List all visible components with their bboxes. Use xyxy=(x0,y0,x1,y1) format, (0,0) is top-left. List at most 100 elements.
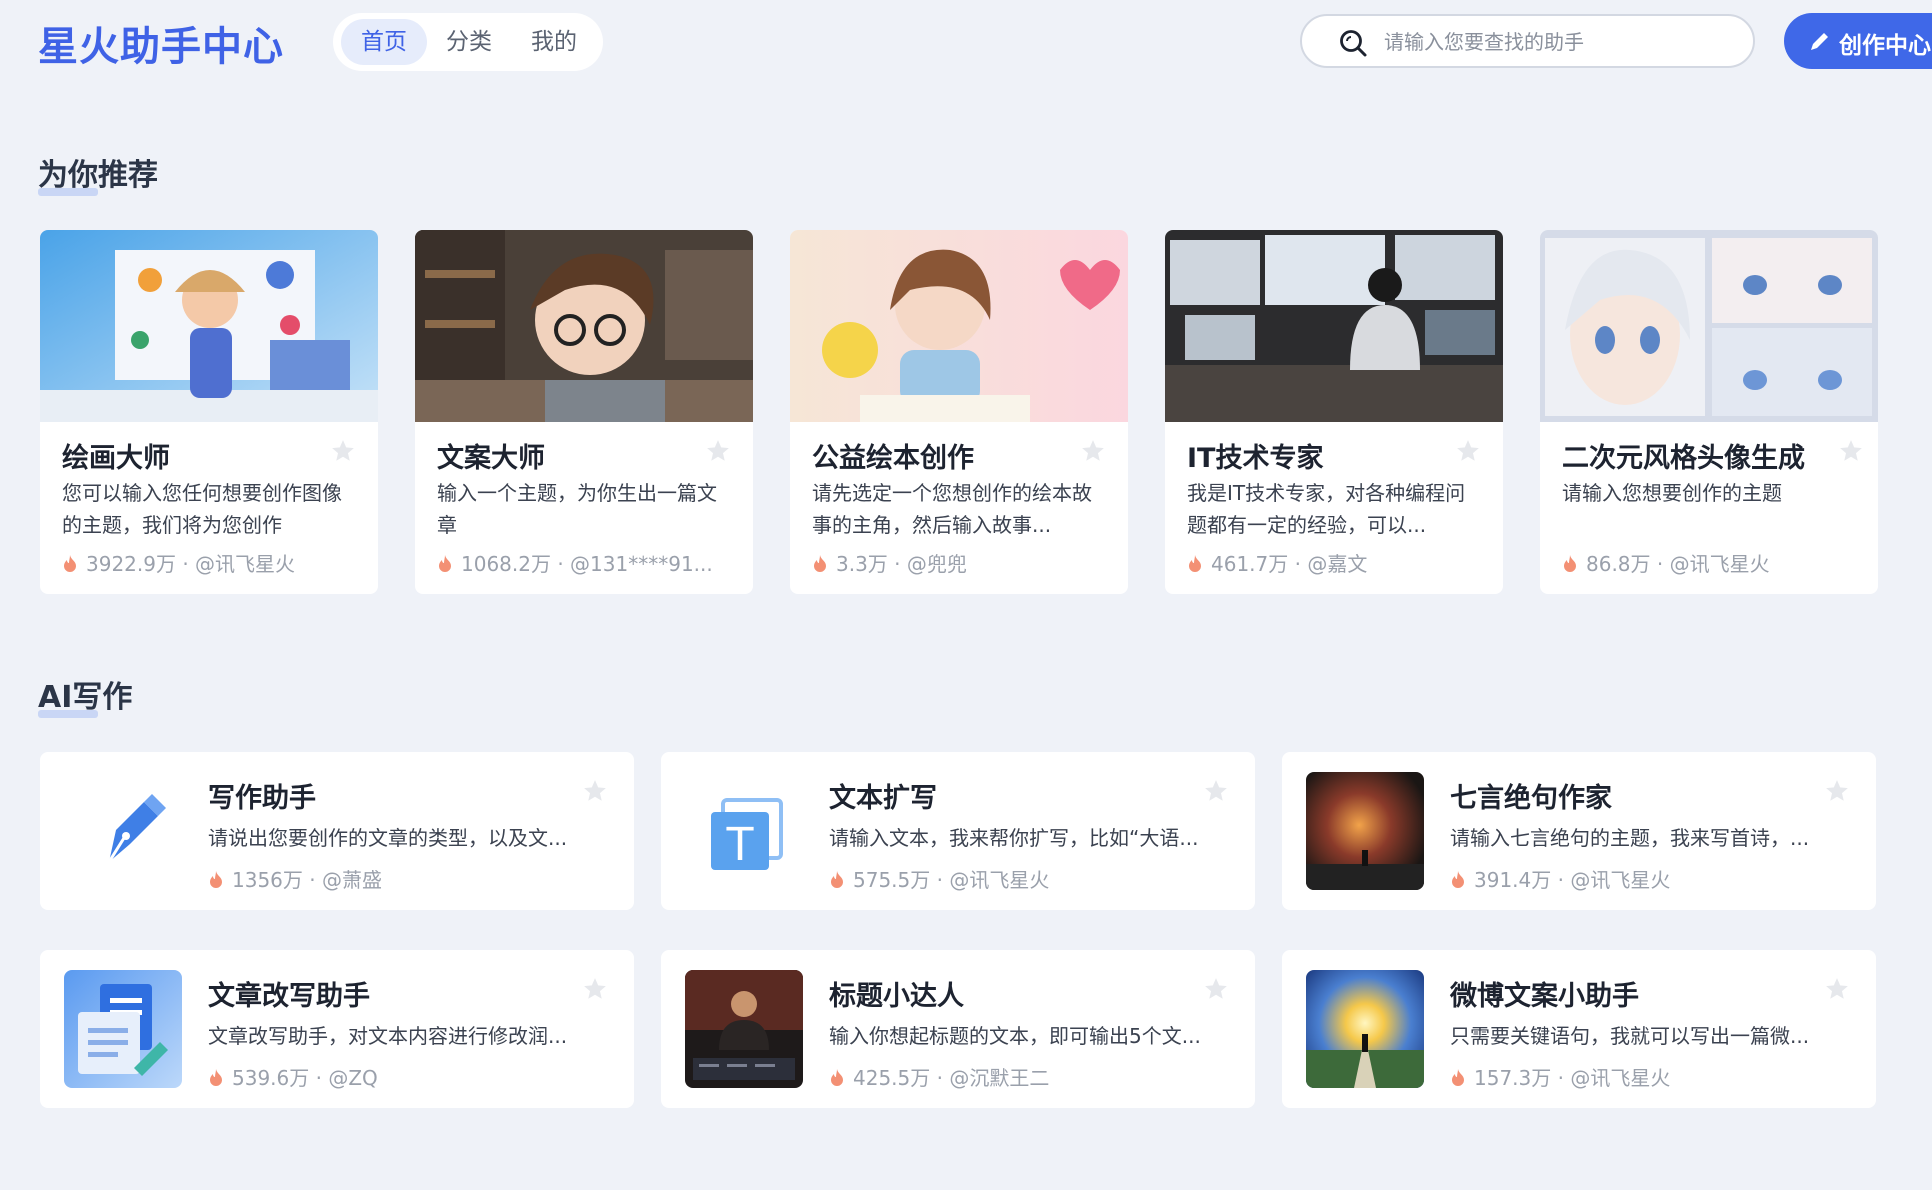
fire-icon xyxy=(1189,555,1201,572)
card-meta: 425.5万 · @沉默王二 xyxy=(829,1062,1049,1091)
assistant-card[interactable]: T 文本扩写 请输入文本，我来帮你扩写，比如“大语... 575.5万 · @讯… xyxy=(661,752,1255,910)
assistant-card[interactable]: 绘画大师 您可以输入您任何想要创作图像的主题，我们将为您创作 3922.9万 ·… xyxy=(40,230,378,594)
favorite-star-icon[interactable] xyxy=(1824,976,1850,1002)
card-stats: 575.5万 · @讯飞星火 xyxy=(853,868,1050,892)
card-stats: 3.3万 · @兜兜 xyxy=(836,552,967,576)
tab-home[interactable]: 首页 xyxy=(341,19,427,65)
card-title: 绘画大师 xyxy=(62,443,170,474)
card-title: 写作助手 xyxy=(208,783,316,814)
card-description: 只需要关键语句，我就可以写出一篇微... xyxy=(1450,1024,1810,1048)
stormy-sky-thumb xyxy=(1306,772,1424,890)
card-title: 文章改写助手 xyxy=(208,981,370,1012)
card-meta: 3922.9万 · @讯飞星火 xyxy=(62,548,295,577)
pen-nib-icon xyxy=(64,772,182,890)
pencil-icon xyxy=(1811,33,1828,50)
assistant-card[interactable]: 写作助手 请说出您要创作的文章的类型，以及文... 1356万 · @萧盛 xyxy=(40,752,634,910)
card-meta: 3.3万 · @兜兜 xyxy=(812,548,967,577)
card-title: IT技术专家 xyxy=(1187,443,1324,474)
card-description: 请说出您要创作的文章的类型，以及文... xyxy=(208,826,568,850)
card-description: 请输入七言绝句的主题，我来写首诗，... xyxy=(1450,826,1810,850)
card-meta: 539.6万 · @ZQ xyxy=(208,1062,378,1091)
card-stats: 1068.2万 · @131****91... xyxy=(461,552,713,576)
create-center-label: 创作中心 xyxy=(1839,33,1931,59)
card-title: 微博文案小助手 xyxy=(1450,981,1639,1012)
favorite-star-icon[interactable] xyxy=(582,778,608,804)
card-meta: 1356万 · @萧盛 xyxy=(208,864,382,893)
nav-tabs: 首页 分类 我的 xyxy=(333,13,603,71)
card-meta: 461.7万 · @嘉文 xyxy=(1187,548,1367,577)
fire-icon xyxy=(831,1069,843,1086)
fire-icon xyxy=(210,871,222,888)
fire-icon xyxy=(1452,871,1464,888)
card-meta: 1068.2万 · @131****91... xyxy=(437,548,713,577)
assistant-card[interactable]: 文案大师 输入一个主题，为你生出一篇文章 1068.2万 · @131****9… xyxy=(415,230,753,594)
favorite-star-icon[interactable] xyxy=(705,438,731,464)
card-meta: 86.8万 · @讯飞星火 xyxy=(1562,548,1770,577)
search-icon xyxy=(1340,30,1367,57)
assistant-card[interactable]: 微博文案小助手 只需要关键语句，我就可以写出一篇微... 157.3万 · @讯… xyxy=(1282,950,1876,1108)
card-stats: 539.6万 · @ZQ xyxy=(232,1066,378,1090)
card-title: 文本扩写 xyxy=(829,783,937,814)
assistant-card[interactable]: 文章改写助手 文章改写助手，对文本内容进行修改润... 539.6万 · @ZQ xyxy=(40,950,634,1108)
app-logo[interactable]: 星火助手中心 xyxy=(38,14,284,72)
assistant-card[interactable]: 二次元风格头像生成 请输入您想要创作的主题 86.8万 · @讯飞星火 xyxy=(1540,230,1878,594)
favorite-star-icon[interactable] xyxy=(1203,778,1229,804)
section-title-recommend: 为你推荐 xyxy=(38,150,158,196)
fire-icon xyxy=(1452,1069,1464,1086)
card-stats: 391.4万 · @讯飞星火 xyxy=(1474,868,1671,892)
card-description: 输入你想起标题的文本，即可输出5个文... xyxy=(829,1024,1201,1048)
favorite-star-icon[interactable] xyxy=(1080,438,1106,464)
card-description: 您可以输入您任何想要创作图像的主题，我们将为您创作 xyxy=(62,481,342,537)
card-stats: 425.5万 · @沉默王二 xyxy=(853,1066,1050,1090)
fire-icon xyxy=(64,555,76,572)
create-center-button[interactable]: 创作中心 xyxy=(1784,13,1932,69)
cover-image-painting-girl xyxy=(40,230,378,422)
card-meta: 575.5万 · @讯飞星火 xyxy=(829,864,1049,893)
favorite-star-icon[interactable] xyxy=(1824,778,1850,804)
card-stats: 461.7万 · @嘉文 xyxy=(1211,552,1368,576)
card-stats: 86.8万 · @讯飞星火 xyxy=(1586,552,1770,576)
cover-image-boy-writing xyxy=(415,230,753,422)
search-input[interactable] xyxy=(1382,25,1736,59)
assistant-card[interactable]: IT技术专家 我是IT技术专家，对各种编程问题都有一定的经验，可以... 461… xyxy=(1165,230,1503,594)
search-box[interactable] xyxy=(1300,14,1755,68)
document-edit-icon xyxy=(64,970,182,1088)
card-title: 七言绝句作家 xyxy=(1450,783,1612,814)
sunrise-path-thumb xyxy=(1306,970,1424,1088)
card-description: 请输入您想要创作的主题 xyxy=(1562,481,1782,505)
fire-icon xyxy=(1564,555,1576,572)
card-description: 请先选定一个您想创作的绘本故事的主角，然后输入故事... xyxy=(812,481,1092,537)
card-meta: 391.4万 · @讯飞星火 xyxy=(1450,864,1670,893)
tab-category[interactable]: 分类 xyxy=(426,19,512,65)
assistant-card[interactable]: 公益绘本创作 请先选定一个您想创作的绘本故事的主角，然后输入故事... 3.3万… xyxy=(790,230,1128,594)
text-t-icon: T xyxy=(685,772,803,890)
fire-icon xyxy=(439,555,451,572)
card-description: 我是IT技术专家，对各种编程问题都有一定的经验，可以... xyxy=(1187,481,1466,537)
card-description: 输入一个主题，为你生出一篇文章 xyxy=(437,481,717,537)
card-description: 请输入文本，我来帮你扩写，比如“大语... xyxy=(829,826,1199,850)
card-stats: 3922.9万 · @讯飞星火 xyxy=(86,552,296,576)
favorite-star-icon[interactable] xyxy=(1838,438,1864,464)
card-stats: 157.3万 · @讯飞星火 xyxy=(1474,1066,1671,1090)
cover-image-it-desk xyxy=(1165,230,1503,422)
speaker-portrait-thumb xyxy=(685,970,803,1088)
card-description: 文章改写助手，对文本内容进行修改润... xyxy=(208,1024,568,1048)
assistant-card[interactable]: 七言绝句作家 请输入七言绝句的主题，我来写首诗，... 391.4万 · @讯飞… xyxy=(1282,752,1876,910)
svg-text:T: T xyxy=(725,818,754,871)
cover-image-anime-faces xyxy=(1540,230,1878,422)
fire-icon xyxy=(831,871,843,888)
card-title: 标题小达人 xyxy=(829,981,964,1012)
section-title-ai-writing: AI写作 xyxy=(38,672,132,718)
card-stats: 1356万 · @萧盛 xyxy=(232,868,382,892)
assistant-card[interactable]: 标题小达人 输入你想起标题的文本，即可输出5个文... 425.5万 · @沉默… xyxy=(661,950,1255,1108)
favorite-star-icon[interactable] xyxy=(1203,976,1229,1002)
favorite-star-icon[interactable] xyxy=(582,976,608,1002)
tab-mine[interactable]: 我的 xyxy=(511,19,597,65)
card-title: 二次元风格头像生成 xyxy=(1562,443,1805,474)
fire-icon xyxy=(814,555,826,572)
cover-image-girl-reading xyxy=(790,230,1128,422)
favorite-star-icon[interactable] xyxy=(1455,438,1481,464)
favorite-star-icon[interactable] xyxy=(330,438,356,464)
card-title: 公益绘本创作 xyxy=(812,443,974,474)
card-title: 文案大师 xyxy=(437,443,545,474)
